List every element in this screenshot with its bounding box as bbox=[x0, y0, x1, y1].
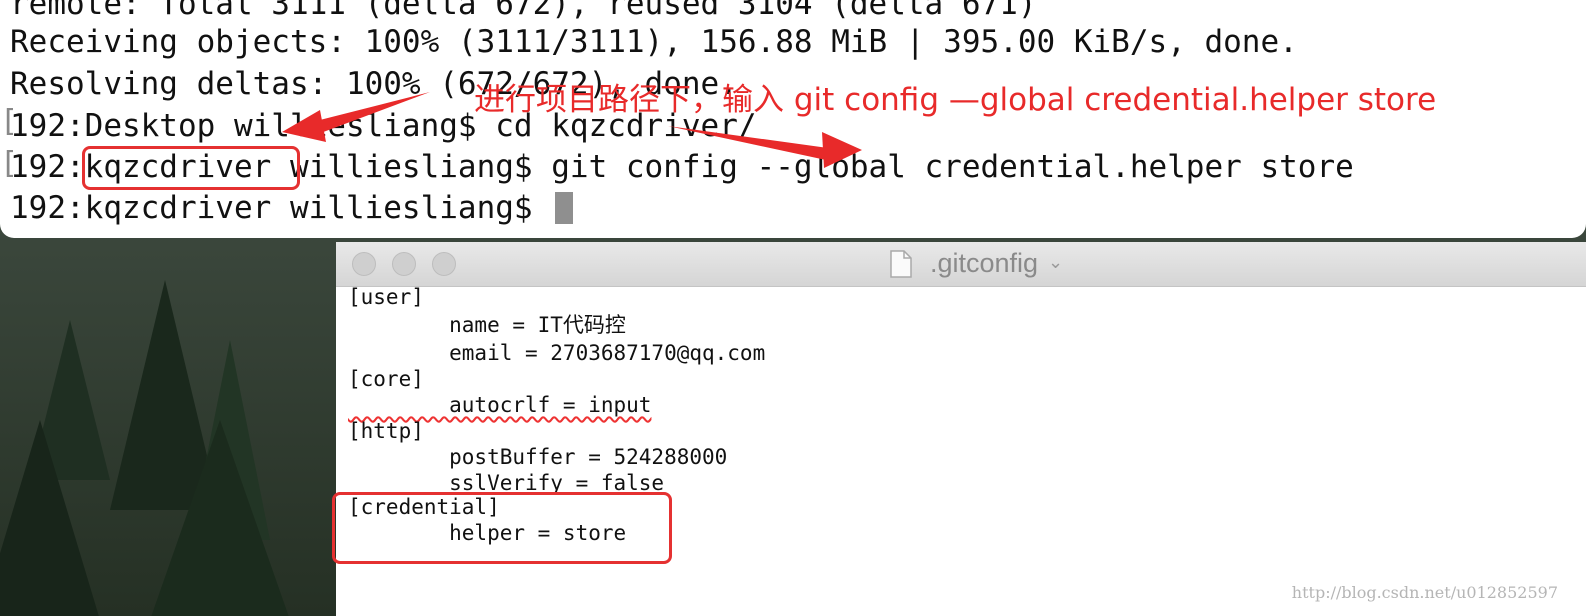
editor-titlebar[interactable]: .gitconfig ⌄ bbox=[336, 242, 1586, 287]
minimize-window-button[interactable] bbox=[392, 252, 416, 276]
editor-title: .gitconfig bbox=[930, 248, 1039, 278]
config-line: [core] bbox=[348, 367, 424, 391]
highlight-box-directory bbox=[82, 146, 300, 190]
highlight-box-credential bbox=[332, 492, 672, 564]
text-editor-window[interactable]: .gitconfig ⌄ [user] name = IT代码控 email =… bbox=[332, 242, 1586, 616]
tree bbox=[150, 420, 290, 616]
config-line: [user] bbox=[348, 285, 424, 309]
config-line-spellcheck: autocrlf = input bbox=[348, 393, 652, 417]
close-window-button[interactable] bbox=[352, 252, 376, 276]
watermark: http://blog.csdn.net/u012852597 bbox=[1291, 583, 1558, 602]
document-icon bbox=[890, 250, 912, 278]
config-line: [http] bbox=[348, 419, 424, 443]
terminal-prompt: 192:kqzcdriver williesliang$ bbox=[10, 190, 552, 226]
config-line: name = IT代码控 bbox=[348, 313, 626, 337]
terminal-line: remote: Total 3111 (delta 672), reused 3… bbox=[10, 0, 1037, 22]
tree bbox=[0, 420, 100, 616]
annotation-text: 进行项目路径下，输入 git config —global credential… bbox=[474, 82, 1437, 118]
terminal-prompt-line[interactable]: 192:kqzcdriver williesliang$ bbox=[10, 190, 574, 226]
terminal-line: Receiving objects: 100% (3111/3111), 156… bbox=[10, 24, 1298, 60]
zoom-window-button[interactable] bbox=[432, 252, 456, 276]
text-cursor bbox=[555, 192, 574, 224]
config-line: postBuffer = 524288000 bbox=[348, 445, 728, 469]
config-line: email = 2703687170@qq.com bbox=[348, 341, 766, 365]
terminal-window[interactable]: [ [ remote: Total 3111 (delta 672), reus… bbox=[0, 0, 1586, 238]
title-menu-chevron-icon[interactable]: ⌄ bbox=[1048, 252, 1063, 273]
